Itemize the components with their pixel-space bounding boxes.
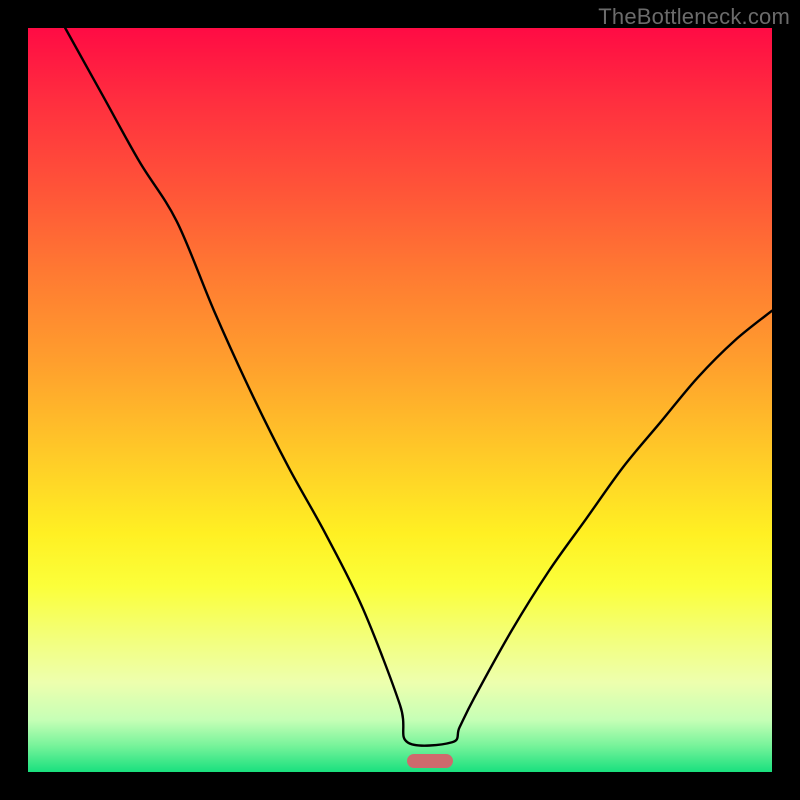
watermark-text: TheBottleneck.com <box>598 4 790 30</box>
plot-area <box>28 28 772 772</box>
sweet-spot-marker <box>407 754 453 768</box>
chart-frame: TheBottleneck.com <box>0 0 800 800</box>
bottleneck-curve <box>28 28 772 772</box>
